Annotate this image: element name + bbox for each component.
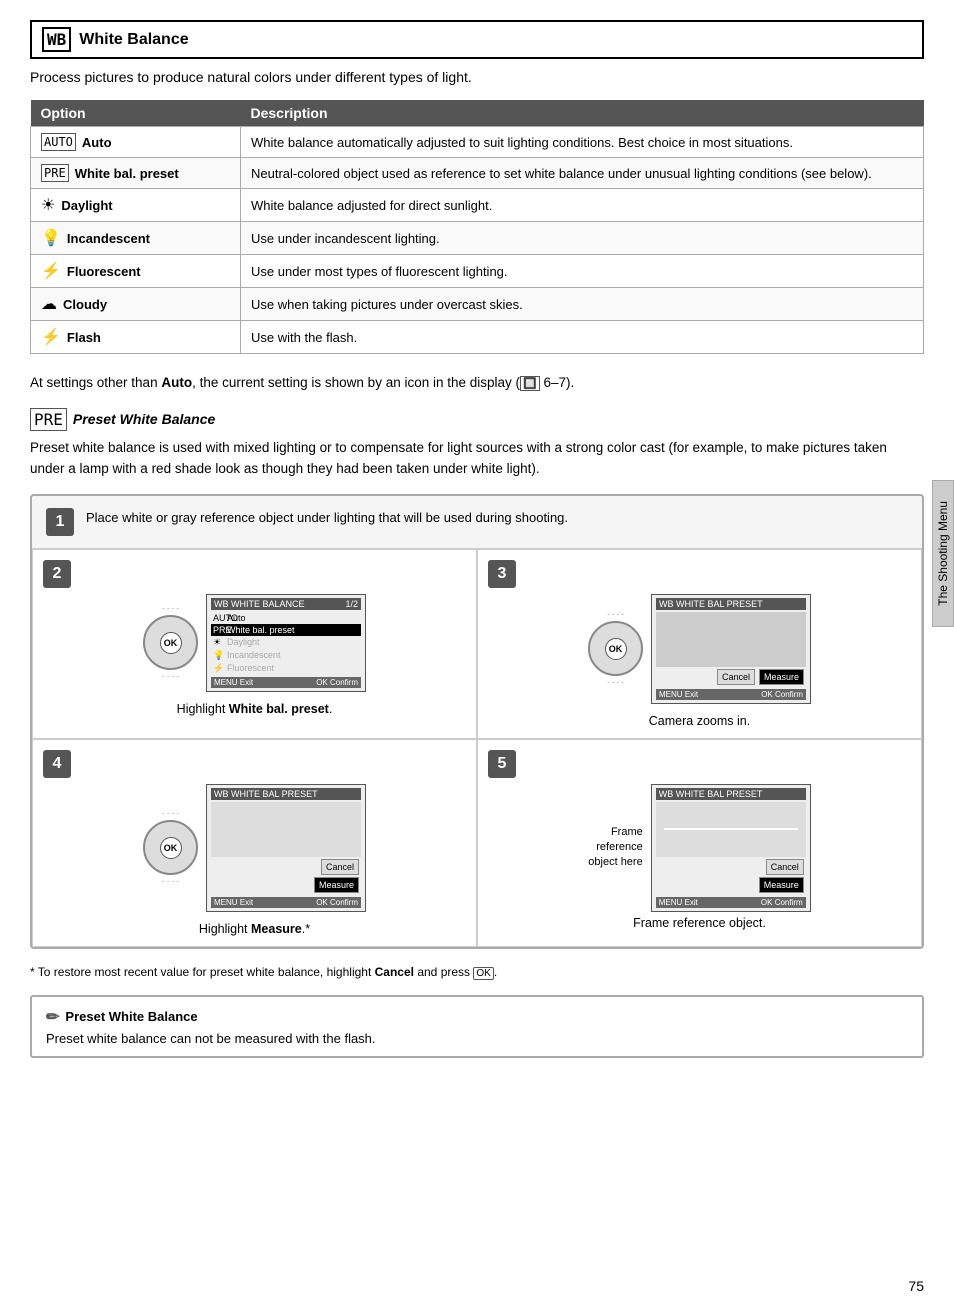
auto-icon: AUTO (41, 133, 76, 151)
step5-cancel: Cancel (766, 859, 804, 875)
table-row: AUTO Auto White balance automatically ad… (31, 127, 924, 158)
table-row: 💡 Incandescent Use under incandescent li… (31, 222, 924, 255)
step-1-number: 1 (46, 508, 74, 536)
step-2-lcd: WB WHITE BALANCE 1/2 AUTO Auto PRE White… (206, 594, 366, 692)
frame-label: Framereferenceobject here (588, 825, 642, 871)
page-header: WB White Balance (30, 20, 924, 59)
white-balance-table: Option Description AUTO Auto White balan… (30, 100, 924, 354)
preset-section-icon: PRE (30, 408, 67, 431)
option-cloudy: Cloudy (63, 297, 107, 312)
step-4-caption: Highlight Measure.* (199, 922, 310, 936)
step4-cancel: Cancel (321, 859, 359, 875)
fluorescent-icon: ⚡ (41, 261, 61, 281)
step4-measure: Measure (314, 877, 359, 893)
note-text: Preset white balance can not be measured… (46, 1031, 908, 1046)
wb-icon: WB (42, 27, 71, 52)
side-tab: The Shooting Menu (932, 480, 954, 627)
step-3-caption: Camera zooms in. (649, 714, 750, 728)
step-5-box: 5 Framereferenceobject here WB WHITE BAL… (477, 739, 922, 947)
footnote: * To restore most recent value for prese… (30, 963, 924, 981)
option-incandescent: Incandescent (67, 231, 150, 246)
step-4-number: 4 (43, 750, 71, 778)
ok-button-step2: OK (160, 632, 182, 654)
lcd-row-auto: AUTO Auto (211, 612, 361, 624)
table-row: ⚡ Fluorescent Use under most types of fl… (31, 255, 924, 288)
page-subtitle: Process pictures to produce natural colo… (30, 69, 924, 85)
table-row: ⚡ Flash Use with the flash. (31, 321, 924, 354)
option-incandescent-desc: Use under incandescent lighting. (241, 222, 924, 255)
option-daylight-desc: White balance adjusted for direct sunlig… (241, 189, 924, 222)
ok-button-step3: OK (605, 638, 627, 660)
side-tab-text: The Shooting Menu (936, 501, 950, 606)
step-5-caption: Frame reference object. (633, 916, 766, 930)
step-3-number: 3 (488, 560, 516, 588)
note-title: ✏ Preset White Balance (46, 1007, 908, 1027)
step-5-number: 5 (488, 750, 516, 778)
step-2-camera: · · · · OK · · · · WB WHITE BALANCE 1/2 … (143, 594, 366, 692)
preset-section-header: PRE Preset White Balance (30, 408, 924, 431)
note-box: ✏ Preset White Balance Preset white bala… (30, 995, 924, 1058)
table-row: PRE White bal. preset Neutral-colored ob… (31, 158, 924, 189)
step-3-box: 3 · · · · OK · · · · WB WHITE BAL PRESET (477, 549, 922, 739)
preset-icon: PRE (41, 164, 69, 182)
step-5-camera: WB WHITE BAL PRESET Cancel Measure MENU … (651, 784, 811, 912)
option-auto: Auto (82, 135, 112, 150)
step3-measure: Measure (759, 669, 804, 685)
steps-grid: 2 · · · · OK · · · · WB WHITE BALANCE 1/… (32, 549, 922, 947)
daylight-icon: ☀ (41, 195, 55, 215)
step5-measure: Measure (759, 877, 804, 893)
incandescent-icon: 💡 (41, 228, 61, 248)
lcd-row-fluorescent: ⚡ Fluorescent (211, 662, 361, 675)
table-row: ☀ Daylight White balance adjusted for di… (31, 189, 924, 222)
flash-icon: ⚡ (41, 327, 61, 347)
step3-cancel: Cancel (717, 669, 755, 685)
step-2-box: 2 · · · · OK · · · · WB WHITE BALANCE 1/… (32, 549, 477, 739)
option-flash-desc: Use with the flash. (241, 321, 924, 354)
option-cloudy-desc: Use when taking pictures under overcast … (241, 288, 924, 321)
page-title: White Balance (79, 31, 188, 49)
step-1-text: Place white or gray reference object und… (86, 508, 908, 528)
table-row: ☁ Cloudy Use when taking pictures under … (31, 288, 924, 321)
lcd-row-incandescent: 💡 Incandescent (211, 649, 361, 662)
page-number: 75 (908, 1278, 924, 1294)
step-4-box: 4 · · · · OK · · · · WB WHITE BAL PRESET (32, 739, 477, 947)
step-2-number: 2 (43, 560, 71, 588)
step-3-camera: · · · · OK · · · · WB WHITE BAL PRESET (588, 594, 811, 704)
option-auto-desc: White balance automatically adjusted to … (241, 127, 924, 158)
body-paragraph: At settings other than Auto, the current… (30, 372, 924, 394)
option-preset-desc: Neutral-colored object used as reference… (241, 158, 924, 189)
preset-section-title: Preset White Balance (73, 411, 215, 427)
table-col-description: Description (241, 100, 924, 127)
note-title-text: Preset White Balance (65, 1009, 197, 1024)
preset-section-para: Preset white balance is used with mixed … (30, 437, 924, 480)
step-1: 1 Place white or gray reference object u… (32, 496, 922, 549)
step-5-lcd: WB WHITE BAL PRESET Cancel Measure MENU … (651, 784, 811, 912)
lcd-row-daylight: ☀ Daylight (211, 636, 361, 649)
option-daylight: Daylight (61, 198, 112, 213)
option-fluorescent-desc: Use under most types of fluorescent ligh… (241, 255, 924, 288)
step-4-lcd: WB WHITE BAL PRESET Cancel Measure MENU … (206, 784, 366, 912)
step-4-camera: · · · · OK · · · · WB WHITE BAL PRESET C… (143, 784, 366, 912)
step-5-content: Framereferenceobject here WB WHITE BAL P… (588, 784, 810, 912)
option-preset: White bal. preset (75, 166, 179, 181)
cloudy-icon: ☁ (41, 294, 57, 314)
lcd-row-preset: PRE White bal. preset (211, 624, 361, 636)
table-col-option: Option (31, 100, 241, 127)
option-flash: Flash (67, 330, 101, 345)
step-3-lcd: WB WHITE BAL PRESET Cancel Measure MENU … (651, 594, 811, 704)
note-icon: ✏ (46, 1007, 59, 1027)
ok-button-step4: OK (160, 837, 182, 859)
steps-container: 1 Place white or gray reference object u… (30, 494, 924, 949)
step-2-caption: Highlight White bal. preset. (177, 702, 333, 716)
option-fluorescent: Fluorescent (67, 264, 141, 279)
